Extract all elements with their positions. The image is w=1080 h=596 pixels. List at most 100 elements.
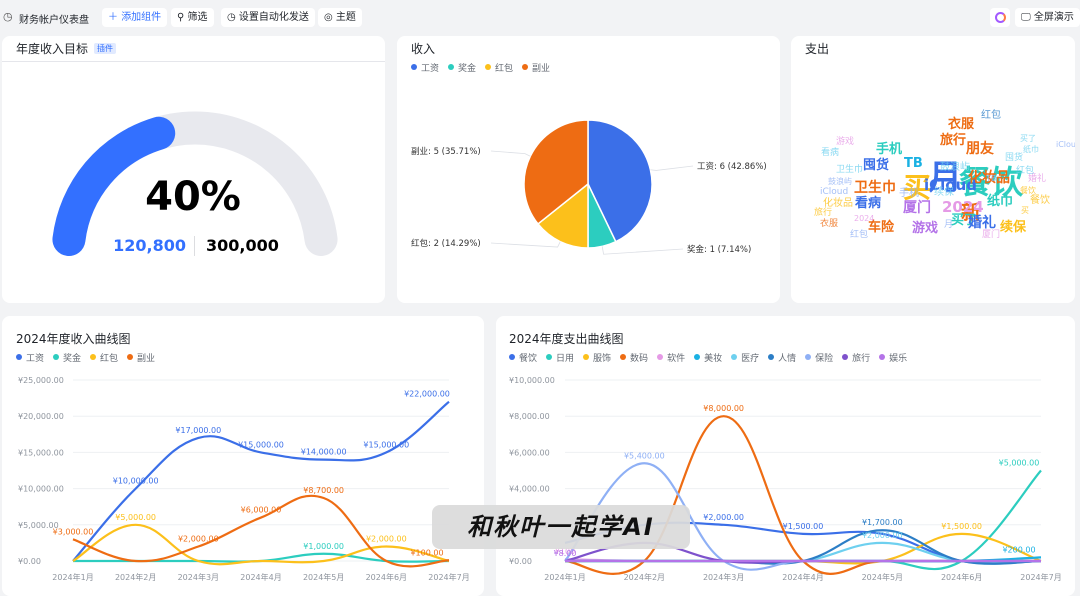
pie-slice-label: 红包: 2 (14.29%): [411, 238, 481, 249]
cloud-word: 婚礼: [1028, 175, 1046, 184]
x-tick-label: 2024年2月: [115, 572, 156, 582]
cloud-word: 鼓浪屿: [940, 163, 970, 173]
series-line[interactable]: [73, 525, 449, 564]
cloud-word: 看病: [855, 197, 881, 210]
cloud-word: iCloud: [820, 188, 848, 197]
data-label: ¥2,000.00: [703, 513, 744, 522]
cloud-word: 红包: [850, 231, 868, 240]
cloud-word: 化妆品: [823, 199, 853, 209]
data-label: ¥6,000.00: [241, 506, 282, 515]
series-line[interactable]: [565, 416, 1041, 574]
cloud-word: 游戏: [836, 138, 854, 147]
pie-slice-label: 副业: 5 (35.71%): [411, 146, 481, 157]
cloud-word: 餐饮: [1030, 196, 1050, 206]
x-tick-label: 2024年2月: [624, 572, 665, 582]
fullscreen-button[interactable]: 🖵 全屏演示: [1015, 8, 1080, 27]
cloud-word: TB: [904, 157, 923, 170]
data-label: ¥10,000.00: [113, 477, 159, 486]
y-tick-label: ¥6,000.00: [509, 448, 550, 457]
data-label: ¥8,700.00: [303, 486, 344, 495]
target-value: 300,000: [206, 236, 279, 255]
data-label: ¥5,000.00: [999, 459, 1040, 468]
cloud-word: 厦门: [982, 231, 1000, 240]
y-tick-label: ¥0.00: [18, 557, 41, 566]
income-line-card: 2024年度收入曲线图 工资奖金红包副业 ¥0.00¥5,000.00¥10,0…: [2, 316, 484, 596]
expense-wordcloud-card: 支出 月餐饮买iCloud新2024卫生巾囤货手机TB旅行朋友衣服红包化妆品纸巾…: [791, 36, 1075, 303]
filter-button[interactable]: ⚲ 筛选: [171, 8, 214, 27]
cloud-word: 续保: [1000, 221, 1026, 234]
cloud-word: 卫生巾: [854, 181, 896, 195]
x-tick-label: 2024年5月: [303, 572, 344, 582]
y-tick-label: ¥10,000.00: [18, 485, 64, 494]
data-label: ¥200.00: [1002, 545, 1035, 554]
gauge: [2, 36, 385, 303]
pie-slice-label: 工资: 6 (42.86%): [697, 161, 767, 172]
cloud-word: 卫生巾: [836, 166, 863, 175]
filter-icon: ⚲: [177, 12, 188, 23]
data-label: ¥8.00: [554, 549, 577, 558]
cloud-word: 买: [1021, 207, 1029, 215]
data-label: ¥8,000.00: [703, 404, 744, 413]
x-tick-label: 2024年4月: [782, 572, 823, 582]
cloud-word: 朋友: [966, 142, 994, 156]
pie-leader-line: [491, 242, 560, 247]
cloud-word: 囤货: [863, 159, 889, 172]
ai-assistant-button[interactable]: [990, 8, 1010, 27]
cloud-word: 手机: [899, 189, 919, 199]
data-label: ¥2,000.00: [862, 531, 903, 540]
cloud-word: 红包: [981, 111, 1001, 121]
y-tick-label: ¥4,000.00: [509, 485, 550, 494]
cloud-word: 月: [944, 221, 953, 230]
monitor-icon: 🖵: [1021, 12, 1034, 23]
y-tick-label: ¥20,000.00: [18, 412, 64, 421]
cloud-word: 续保: [934, 188, 954, 198]
annual-income-goal-card: 年度收入目标插件 40% 120,800 300,000: [2, 36, 385, 303]
auto-send-button[interactable]: ◷ 设置自动化发送: [221, 8, 315, 27]
plus-icon: ＋: [108, 12, 121, 23]
theme-button[interactable]: ◎ 主题: [318, 8, 362, 27]
word-cloud: 月餐饮买iCloud新2024卫生巾囤货手机TB旅行朋友衣服红包化妆品纸巾看病厦…: [791, 36, 1075, 303]
income-pie-card: 收入 工资 奖金 红包 副业 工资: 6 (42.86%)奖金: 1 (7.14…: [397, 36, 780, 303]
cloud-word: 鼓浪屿: [828, 178, 852, 186]
x-tick-label: 2024年4月: [240, 572, 281, 582]
dashboard-title: 财务帐户仪表盘: [19, 11, 89, 26]
data-label: ¥22,000.00: [404, 390, 450, 399]
cloud-word: 旅行: [940, 134, 966, 147]
value-divider: [194, 236, 195, 256]
cloud-word: 手机: [876, 143, 902, 156]
current-value: 120,800: [98, 236, 186, 255]
watermark: 和秋叶一起学AI: [432, 505, 690, 549]
cloud-word: 囤货: [1005, 154, 1023, 163]
dashboard-icon: ◷: [3, 10, 13, 23]
data-label: ¥3,000.00: [53, 527, 94, 536]
pie-leader-line: [650, 166, 693, 170]
cloud-word: TB: [986, 175, 996, 183]
data-label: ¥2,000.00: [178, 535, 219, 544]
data-label: ¥15,000.00: [238, 440, 284, 449]
x-tick-label: 2024年3月: [178, 572, 219, 582]
pie-leader-line: [491, 151, 530, 156]
data-label: ¥1,500.00: [783, 522, 824, 531]
y-tick-label: ¥15,000.00: [18, 448, 64, 457]
cloud-word: 买了: [1020, 135, 1036, 143]
cloud-word: 纸巾: [1023, 146, 1039, 154]
cloud-word: 婚礼: [968, 216, 996, 230]
add-widget-button[interactable]: ＋ 添加组件: [102, 8, 167, 27]
data-label: ¥15,000.00: [363, 440, 409, 449]
cloud-word: iCloud: [1056, 141, 1075, 149]
cloud-word: 纸巾: [987, 195, 1013, 208]
x-tick-label: 2024年7月: [428, 572, 469, 582]
pie-slice-label: 奖金: 1 (7.14%): [687, 244, 751, 255]
data-label: ¥100.00: [410, 548, 443, 557]
cloud-word: 看病: [821, 149, 839, 158]
data-label: ¥5,400.00: [624, 451, 665, 460]
cloud-word: 衣服: [948, 118, 974, 131]
cloud-word: 游戏: [912, 222, 938, 235]
income-line-chart: ¥0.00¥5,000.00¥10,000.00¥15,000.00¥20,00…: [2, 316, 484, 596]
data-label: ¥2,000.00: [366, 535, 407, 544]
cloud-word: 旅行: [814, 209, 832, 218]
y-tick-label: ¥25,000.00: [18, 376, 64, 385]
y-tick-label: ¥10,000.00: [509, 376, 555, 385]
data-label: ¥1,500.00: [941, 522, 982, 531]
data-label: ¥1,700.00: [862, 518, 903, 527]
